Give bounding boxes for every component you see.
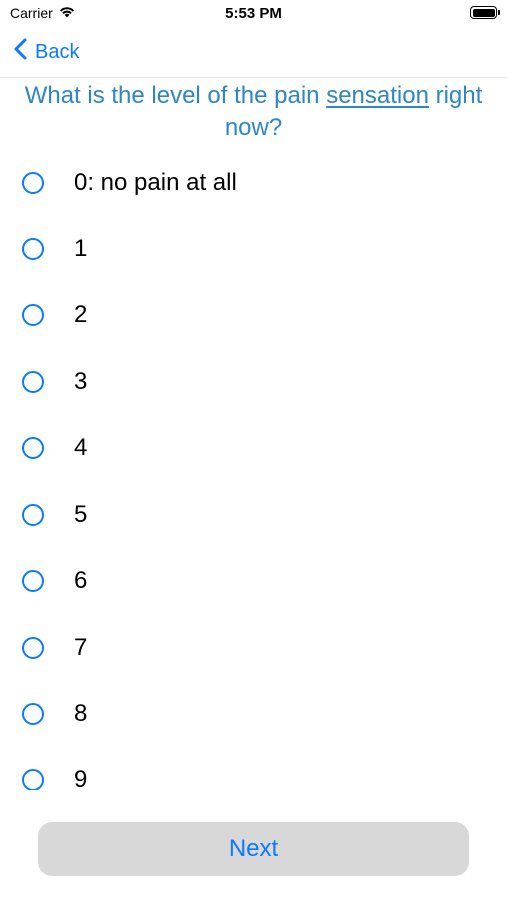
question-prefix: What is the level of the pain xyxy=(24,82,327,109)
option-1[interactable]: 1 xyxy=(0,216,507,282)
option-label: 1 xyxy=(74,235,88,262)
radio-button-icon[interactable] xyxy=(22,703,44,725)
option-label: 5 xyxy=(74,501,88,528)
radio-button-icon[interactable] xyxy=(22,371,44,393)
battery-icon xyxy=(470,6,500,19)
option-label: 6 xyxy=(74,567,88,594)
option-0[interactable]: 0: no pain at all xyxy=(0,150,507,216)
option-6[interactable]: 6 xyxy=(0,548,507,614)
radio-button-icon[interactable] xyxy=(22,238,44,260)
radio-button-icon[interactable] xyxy=(22,304,44,326)
option-label: 0: no pain at all xyxy=(74,169,237,196)
option-3[interactable]: 3 xyxy=(0,349,507,415)
radio-button-icon[interactable] xyxy=(22,172,44,194)
option-2[interactable]: 2 xyxy=(0,282,507,348)
next-button[interactable]: Next xyxy=(38,822,469,876)
option-9[interactable]: 9 xyxy=(0,747,507,790)
option-label: 7 xyxy=(74,634,88,661)
pain-level-options: 0: no pain at all 1 2 3 4 5 6 7 8 9 xyxy=(0,150,507,790)
option-label: 4 xyxy=(74,434,88,461)
option-5[interactable]: 5 xyxy=(0,482,507,548)
radio-button-icon[interactable] xyxy=(22,570,44,592)
radio-button-icon[interactable] xyxy=(22,637,44,659)
option-4[interactable]: 4 xyxy=(0,415,507,481)
question-text: What is the level of the pain sensation … xyxy=(20,80,487,144)
status-time: 5:53 PM xyxy=(225,5,282,22)
option-label: 8 xyxy=(74,700,88,727)
chevron-left-icon xyxy=(14,38,27,66)
option-label: 9 xyxy=(74,766,88,790)
option-7[interactable]: 7 xyxy=(0,615,507,681)
option-label: 3 xyxy=(74,368,88,395)
back-button[interactable]: Back xyxy=(14,38,79,66)
radio-button-icon[interactable] xyxy=(22,769,44,790)
radio-button-icon[interactable] xyxy=(22,437,44,459)
option-8[interactable]: 8 xyxy=(0,681,507,747)
navigation-bar: Back xyxy=(0,28,507,78)
status-bar: Carrier 5:53 PM xyxy=(0,0,507,28)
next-label: Next xyxy=(228,835,279,862)
radio-button-icon[interactable] xyxy=(22,504,44,526)
option-label: 2 xyxy=(74,301,88,328)
back-label: Back xyxy=(35,40,80,63)
question-underlined-term[interactable]: sensation xyxy=(326,82,429,109)
